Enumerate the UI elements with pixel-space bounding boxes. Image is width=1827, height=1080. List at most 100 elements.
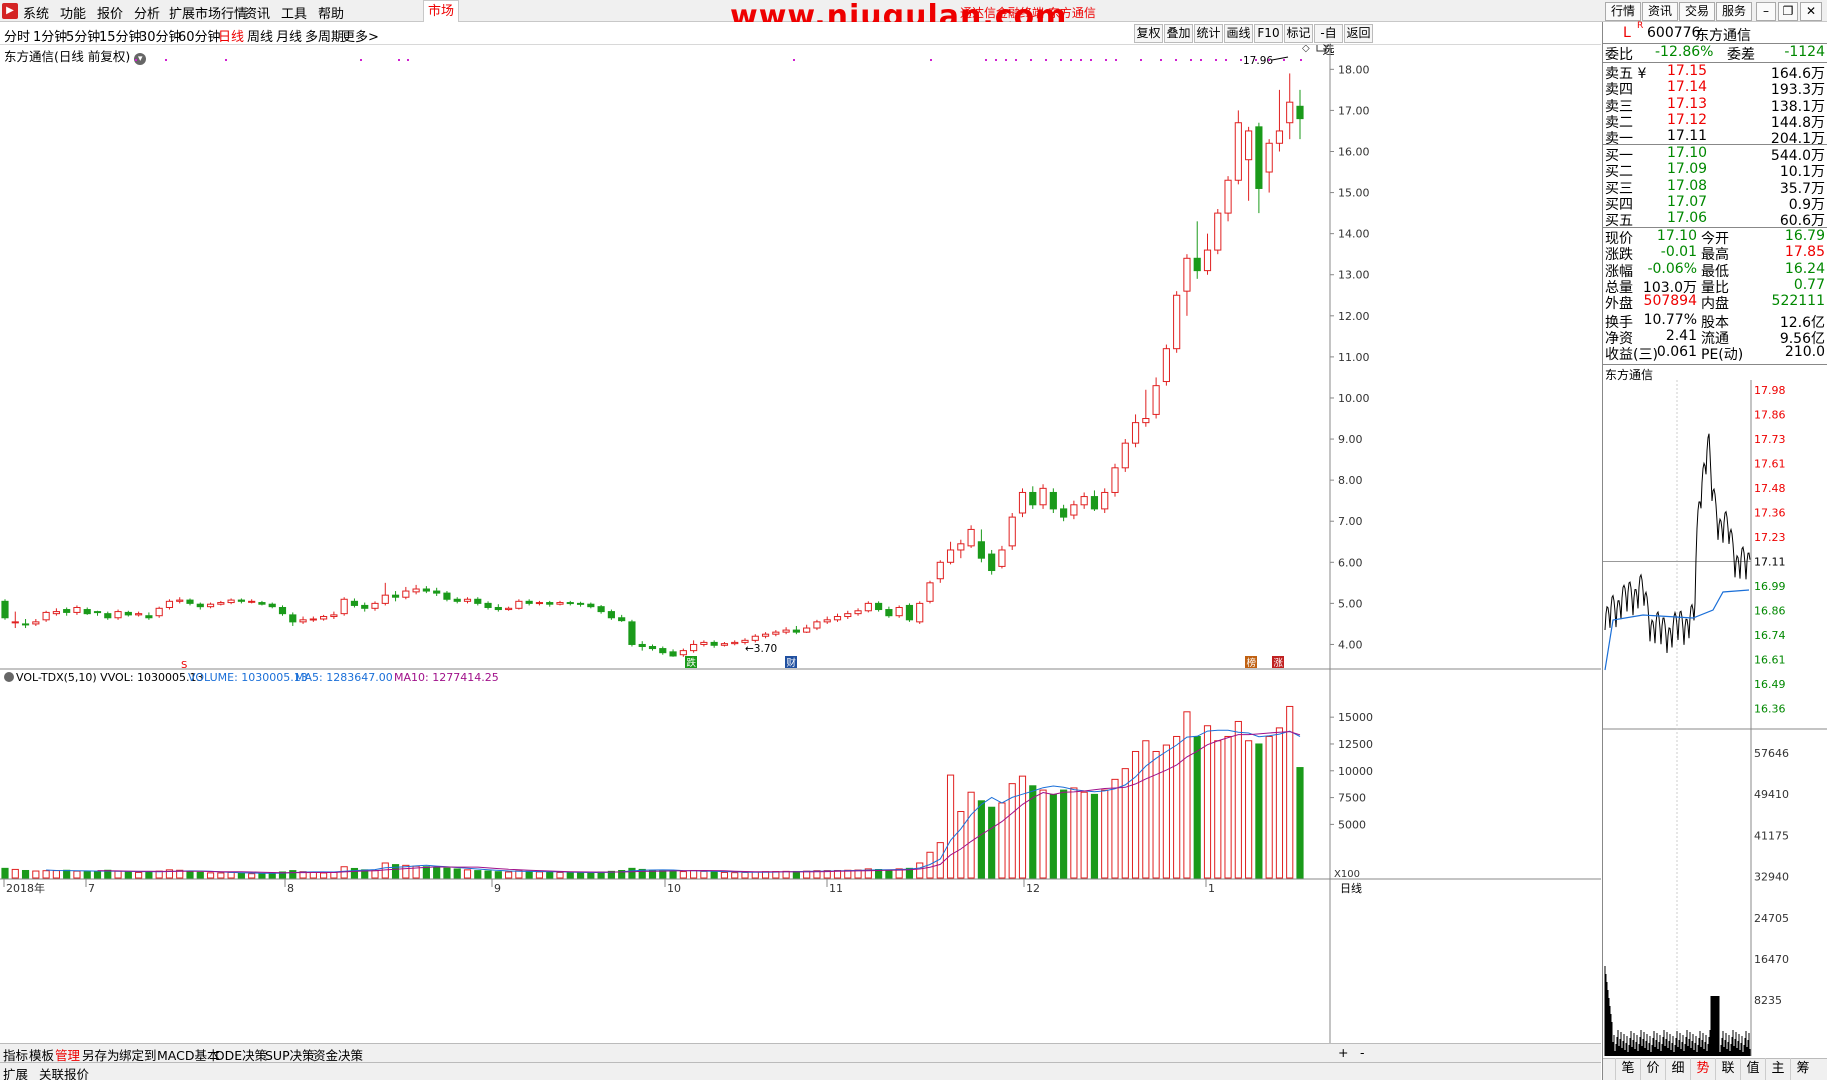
signal-dot [165,59,167,61]
candle-body [854,610,862,615]
menu-quote[interactable]: 报价 [97,3,123,22]
time-tick-label: 2018年 [6,881,45,895]
close-icon[interactable]: ✕ [1800,2,1822,21]
candle-body [371,602,379,609]
status-extend[interactable]: 扩展 [3,1064,28,1080]
volume-bar [320,872,328,879]
candle-body [176,599,184,602]
menu-extended-market[interactable]: 扩展市场行情 [169,3,247,22]
top-quote-button[interactable]: 行情 [1605,2,1641,21]
candle-body [42,611,50,621]
price-tick-label: 16.00 [1338,145,1370,158]
f10-button[interactable]: F10 [1254,24,1283,43]
quote-tab-2[interactable]: 细 [1665,1058,1690,1080]
candle-body [926,582,934,602]
intraday-mini-chart[interactable]: 17.98 17.86 17.73 17.61 17.48 17.36 17.23 17.11… [1603,380,1827,1056]
top-trade-button[interactable]: 交易 [1679,2,1715,21]
menu-system[interactable]: 系统 [23,3,49,22]
signal-dot [985,59,987,61]
restore-icon[interactable]: ❐ [1778,2,1798,21]
candle-body [659,648,667,654]
quote-tab-0[interactable]: 笔 [1615,1058,1640,1080]
volume-bar [237,872,245,879]
signal-dot [1005,59,1007,61]
market-tab[interactable]: 市场 [423,0,459,22]
stock-name[interactable]: 东方通信 [1695,25,1751,45]
zoom-in-icon[interactable]: + [1338,1045,1348,1060]
kline-chart[interactable]: 4.00 5.00 6.00 7.00 8.00 9.00 10.00 11.00 12.00 1… [0,45,1601,1043]
candle-body [761,633,770,637]
period-60min[interactable]: 60分钟 [178,26,221,45]
draw-line-button[interactable]: 画线 [1224,24,1253,43]
period-1min[interactable]: 1分钟 [33,26,67,45]
signal-dot [1240,59,1242,61]
period-weekly[interactable]: 周线 [247,26,273,45]
period-daily[interactable]: 日线 [218,26,244,45]
volume-bar [1142,740,1150,879]
candle-body [1152,385,1160,415]
period-15min[interactable]: 15分钟 [99,26,142,45]
period-monthly[interactable]: 月线 [276,26,302,45]
panel-toggle-icon [1316,45,1327,52]
price-tick-label: 5.00 [1338,597,1363,610]
candle-body [217,602,225,605]
quote-tab-7[interactable]: 筹 [1790,1058,1815,1080]
price-tick-label: 9.00 [1338,433,1363,446]
indicator-tabs: 指标 模板 管理 另存为 绑定到 MACD基本 DDE决策 SUP决策 资金决策… [0,1043,1601,1063]
app-logo-icon[interactable]: ▶ [2,3,18,19]
status-linked-quote[interactable]: 关联报价 [39,1064,89,1080]
vol-volume: VOLUME: 1030005.13 [188,671,308,684]
stat-cell: 17.10 [1656,228,1697,244]
quote-panel: L R 600776 东方通信 委比 -12.86% 委差 -1124 卖五 ¥… [1602,21,1827,1080]
menu-tools[interactable]: 工具 [281,3,307,22]
adjust-button[interactable]: 复权 [1134,24,1163,43]
mini-volume-label: 8235 [1754,994,1782,1007]
volume-bar [587,872,595,879]
mini-price-label: 17.61 [1754,458,1786,471]
candle-body [196,603,204,608]
back-button[interactable]: 返回 [1344,24,1373,43]
volume-bar [1111,778,1119,879]
volume-bar [145,871,153,879]
signal-dot [1090,59,1092,61]
stat-cell: 10.77% [1643,311,1697,328]
menu-analysis[interactable]: 分析 [134,3,160,22]
minimize-icon[interactable]: – [1756,2,1776,21]
period-intraday[interactable]: 分时 [4,26,30,45]
period-multi[interactable]: 多周期 [305,26,344,45]
top-news-button[interactable]: 资讯 [1642,2,1678,21]
overlay-button[interactable]: 叠加 [1164,24,1193,43]
period-30min[interactable]: 30分钟 [139,26,182,45]
candle-body [515,600,523,609]
quote-tab-3[interactable]: 势 [1690,1058,1715,1080]
volume-bar [525,870,533,879]
time-tick-label: 10 [667,882,681,895]
volume-bar [731,872,739,879]
mark-button[interactable]: 标记 [1284,24,1313,43]
candle-body [83,609,91,615]
quote-tab-6[interactable]: 主 [1765,1058,1790,1080]
period-more[interactable]: 更多> [342,26,379,45]
period-5min[interactable]: 5分钟 [66,26,100,45]
zoom-out-icon[interactable]: - [1360,1045,1365,1060]
mini-volume-label: 32940 [1754,871,1789,884]
order-price: 17.15 [1667,63,1708,79]
signal-dot [1115,59,1117,61]
top-service-button[interactable]: 服务 [1716,2,1752,21]
volume-bar [628,867,636,879]
quote-tab-5[interactable]: 值 [1740,1058,1765,1080]
quote-tab-1[interactable]: 价 [1640,1058,1665,1080]
quote-tab-4[interactable]: 联 [1715,1058,1740,1080]
candle-body [1193,257,1201,272]
signal-dot [1015,59,1017,61]
menu-news[interactable]: 资讯 [244,3,270,22]
volume-bar [73,870,81,879]
volume-bar [885,869,893,879]
volume-tick-label: 7500 [1338,792,1366,805]
menu-help[interactable]: 帮助 [318,3,344,22]
volume-bar [63,869,71,879]
stats-button[interactable]: 统计 [1194,24,1223,43]
candle-body [813,621,821,629]
menu-function[interactable]: 功能 [60,3,86,22]
self-select-button[interactable]: -自选 [1314,24,1343,57]
